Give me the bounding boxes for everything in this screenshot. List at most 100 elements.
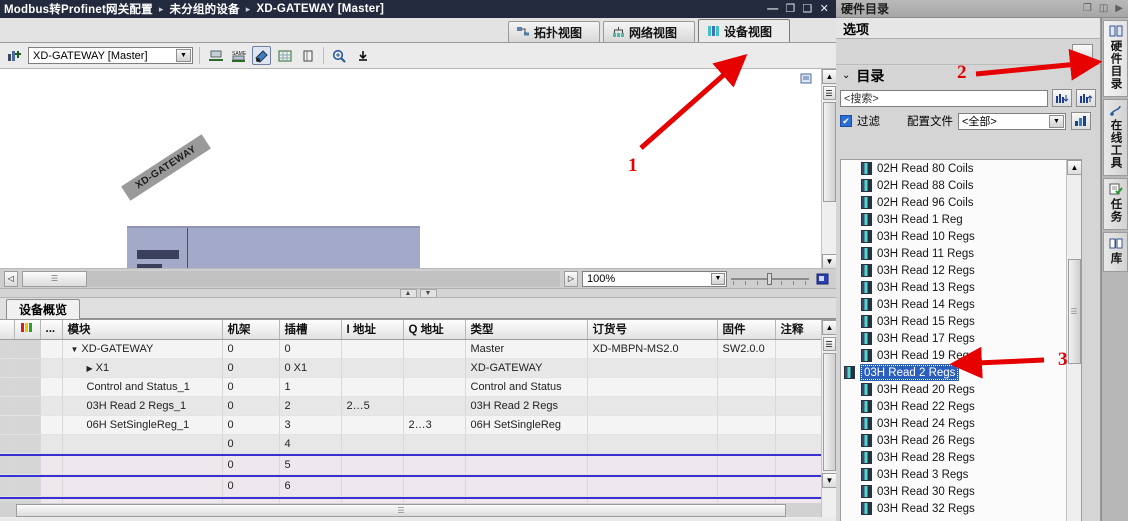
- cell-slot[interactable]: 5: [279, 455, 342, 475]
- cell-module[interactable]: 03H Read 2 Regs_1: [62, 396, 223, 416]
- breadcrumb-item-group[interactable]: 未分组的设备: [170, 1, 240, 17]
- table-row[interactable]: 06H SetSingleReg_1 0 3 2…3 06H SetSingleReg: [0, 415, 822, 435]
- col-order-no[interactable]: 订货号: [587, 320, 718, 340]
- cell-firmware[interactable]: [717, 415, 776, 435]
- catalog-section-header[interactable]: ⌄ 目录: [836, 64, 1100, 86]
- catalog-item[interactable]: 03H Read 15 Regs: [841, 313, 1067, 330]
- cell-q-address[interactable]: [403, 396, 466, 416]
- cell-firmware[interactable]: [717, 377, 776, 397]
- catalog-item[interactable]: 03H Read 2 Regs: [860, 364, 960, 381]
- cell-order-no[interactable]: XD-MBPN-MS2.0: [587, 339, 718, 359]
- col-status-icon[interactable]: [14, 320, 41, 340]
- cell-i-address[interactable]: [341, 339, 404, 359]
- cell-slot[interactable]: 0: [279, 339, 342, 359]
- cell-type[interactable]: 03H Read 2 Regs: [465, 396, 588, 416]
- rail-tab-hardware-catalog[interactable]: 硬件目录: [1103, 20, 1128, 97]
- expand-icon[interactable]: ▶: [87, 364, 93, 373]
- cell-type[interactable]: [465, 455, 588, 475]
- splitter-up-icon[interactable]: ▲: [399, 288, 417, 298]
- catalog-item-selected-wrap[interactable]: 03H Read 2 Regs: [841, 364, 1067, 381]
- rail-tab-tasks[interactable]: 任务: [1103, 178, 1128, 230]
- table-row[interactable]: ▼ XD-GATEWAY 0 0 Master XD-MBPN-MS2.0 SW2.0.0: [0, 339, 822, 359]
- cell-q-address[interactable]: 2…3: [403, 415, 466, 435]
- cell-rack[interactable]: 0: [222, 415, 280, 435]
- device-selector-combo[interactable]: XD-GATEWAY [Master] ▼: [28, 47, 193, 64]
- scroll-right-icon[interactable]: ▷: [564, 270, 578, 287]
- col-q-address[interactable]: Q 地址: [403, 320, 466, 340]
- tab-network-view[interactable]: 网络视图: [603, 21, 695, 42]
- cell-firmware[interactable]: [717, 434, 776, 454]
- table-row[interactable]: 03H Read 2 Regs_1 0 2 2…5 03H Read 2 Regs: [0, 396, 822, 416]
- panel-splitter[interactable]: ▲ ▼: [0, 288, 836, 298]
- cell-order-no[interactable]: [587, 455, 718, 475]
- restore-icon[interactable]: ❐: [785, 3, 795, 15]
- cell-q-address[interactable]: [403, 477, 466, 497]
- chevron-down-icon[interactable]: ▼: [711, 272, 725, 285]
- zoom-slider[interactable]: [731, 271, 809, 287]
- same-size-icon[interactable]: SAME: [229, 46, 248, 65]
- options-toggle-button[interactable]: [1072, 44, 1093, 59]
- catalog-vertical-scrollbar[interactable]: ▲ ☰: [1066, 160, 1081, 521]
- cell-i-address[interactable]: 2…5: [341, 396, 404, 416]
- cell-type[interactable]: Control and Status: [465, 377, 588, 397]
- cell-q-address[interactable]: [403, 358, 466, 378]
- cell-module[interactable]: ▼ XD-GATEWAY: [62, 339, 223, 359]
- cell-q-address[interactable]: [403, 434, 466, 454]
- zoom-icon[interactable]: [330, 46, 349, 65]
- breadcrumb-item-project[interactable]: Modbus转Profinet网关配置: [4, 1, 153, 17]
- catalog-item[interactable]: 03H Read 28 Regs: [841, 449, 1067, 466]
- cell-module[interactable]: Control and Status_1: [62, 377, 223, 397]
- cell-i-address[interactable]: [341, 455, 404, 475]
- scroll-up-icon[interactable]: ▲: [822, 320, 836, 335]
- catalog-item[interactable]: 02H Read 88 Coils: [841, 177, 1067, 194]
- catalog-item[interactable]: 03H Read 19 Regs: [841, 347, 1067, 364]
- col-i-address[interactable]: I 地址: [341, 320, 404, 340]
- tab-device-overview[interactable]: 设备概览: [6, 299, 81, 319]
- zoom-slider-knob[interactable]: [767, 272, 772, 285]
- scroll-down-icon[interactable]: ▼: [822, 254, 836, 268]
- cell-order-no[interactable]: [587, 396, 718, 416]
- expand-icon[interactable]: ▶: [1115, 3, 1123, 14]
- cell-firmware[interactable]: SW2.0.0: [717, 339, 776, 359]
- col-firmware[interactable]: 固件: [717, 320, 776, 340]
- catalog-item[interactable]: 03H Read 1 Reg: [841, 211, 1067, 228]
- chevron-down-icon[interactable]: ⌄: [842, 70, 850, 81]
- scroll-grip-icon[interactable]: ☰: [822, 337, 836, 351]
- scroll-thumb[interactable]: ☰: [1067, 259, 1081, 364]
- cell-q-address[interactable]: [403, 339, 466, 359]
- cell-type[interactable]: [465, 477, 588, 497]
- chevron-down-icon[interactable]: ▼: [176, 49, 191, 62]
- search-input[interactable]: <搜索>: [840, 89, 1048, 107]
- cell-rack[interactable]: 0: [222, 377, 280, 397]
- cell-rack[interactable]: 0: [222, 477, 280, 497]
- device-add-icon[interactable]: [5, 46, 24, 65]
- cell-firmware[interactable]: [717, 477, 776, 497]
- align-icon[interactable]: [206, 46, 225, 65]
- cell-i-address[interactable]: [341, 434, 404, 454]
- table-row[interactable]: Control and Status_1 0 1 Control and Status: [0, 377, 822, 397]
- cell-order-no[interactable]: [587, 434, 718, 454]
- find-up-icon[interactable]: [1076, 89, 1096, 107]
- cell-order-no[interactable]: [587, 477, 718, 497]
- table-row[interactable]: 06: [0, 477, 822, 497]
- splitter-down-icon[interactable]: ▼: [419, 288, 437, 298]
- cell-i-address[interactable]: [341, 415, 404, 435]
- catalog-item[interactable]: 02H Read 96 Coils: [841, 194, 1067, 211]
- cell-slot[interactable]: 0 X1: [279, 358, 342, 378]
- cell-i-address[interactable]: [341, 477, 404, 497]
- split-icon[interactable]: ◫: [1099, 3, 1108, 14]
- maximize-icon[interactable]: ❑: [803, 3, 813, 15]
- scroll-thumb[interactable]: [822, 102, 836, 202]
- cell-type[interactable]: Master: [465, 339, 588, 359]
- scroll-up-icon[interactable]: ▲: [822, 69, 836, 84]
- catalog-tree[interactable]: 02H Read 80 Coils 02H Read 88 Coils 02H Re…: [840, 159, 1082, 521]
- catalog-item[interactable]: 03H Read 13 Regs: [841, 279, 1067, 296]
- table-vertical-scrollbar[interactable]: ▲ ☰ ▼: [821, 320, 836, 517]
- catalog-item[interactable]: 03H Read 30 Regs: [841, 483, 1067, 500]
- collapse-icon[interactable]: ▼: [71, 345, 79, 354]
- cell-rack[interactable]: 0: [222, 396, 280, 416]
- zoom-level-combo[interactable]: 100% ▼: [582, 270, 727, 287]
- cell-rack[interactable]: 0: [222, 358, 280, 378]
- rail-tab-library[interactable]: 库: [1103, 232, 1128, 272]
- table-horizontal-scrollbar[interactable]: ☰: [0, 503, 821, 517]
